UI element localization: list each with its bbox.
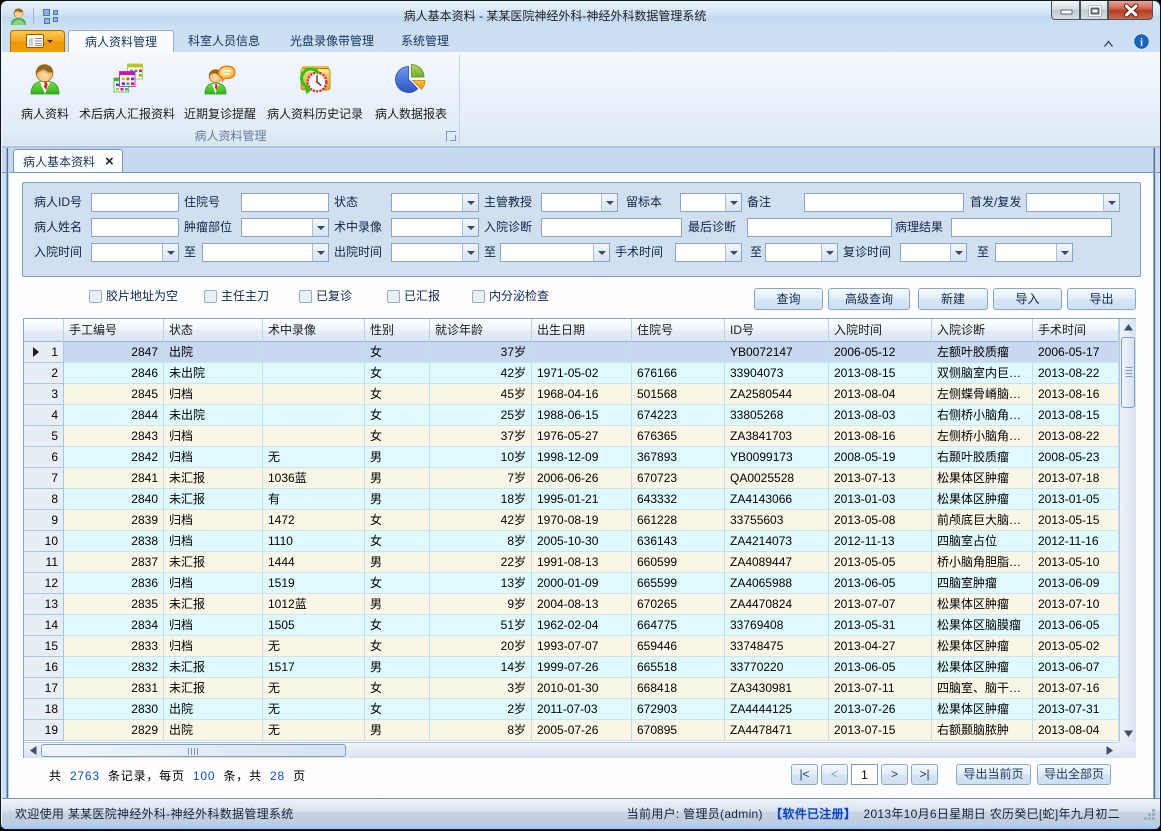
svg-text:i: i: [1140, 37, 1143, 48]
